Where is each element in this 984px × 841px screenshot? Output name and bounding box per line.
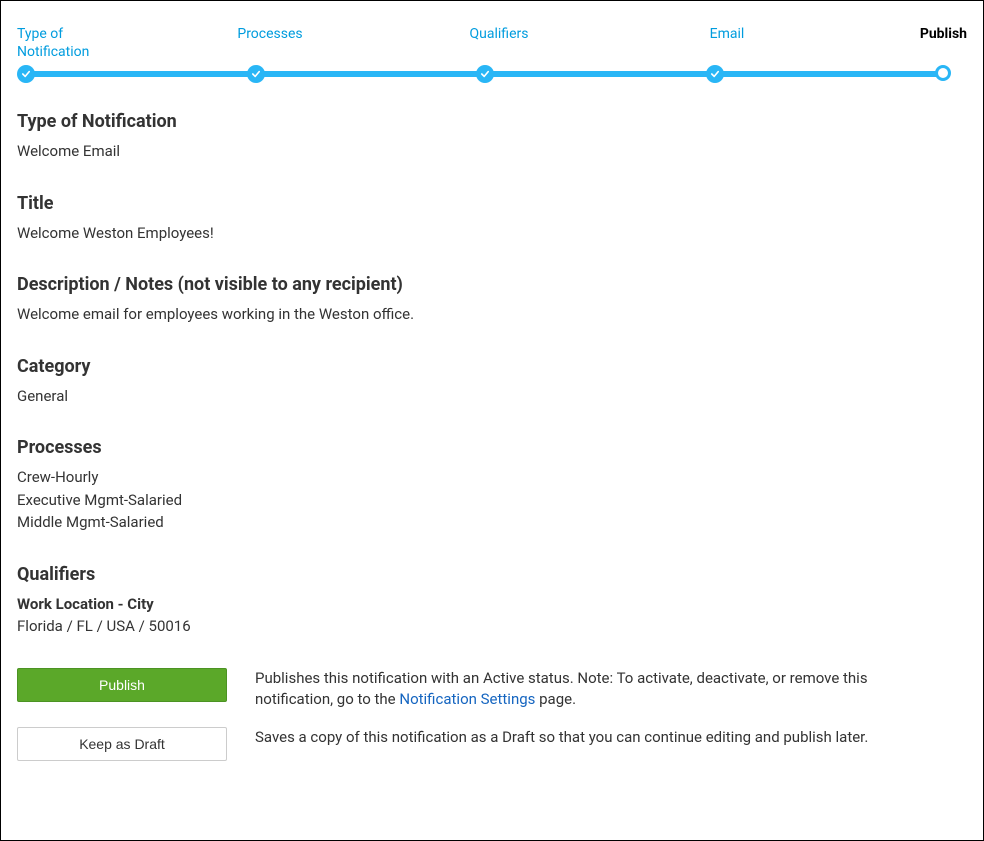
step-label-type[interactable]: Type of Notification — [17, 25, 117, 61]
section-title: Title Welcome Weston Employees! — [17, 193, 967, 245]
title-heading: Title — [17, 193, 967, 214]
notification-settings-link[interactable]: Notification Settings — [399, 690, 535, 708]
qualifiers-value: Florida / FL / USA / 50016 — [17, 615, 967, 638]
type-value: Welcome Email — [17, 140, 967, 163]
draft-row: Keep as Draft Saves a copy of this notif… — [17, 727, 967, 761]
type-heading: Type of Notification — [17, 111, 967, 132]
process-item-2: Middle Mgmt-Salaried — [17, 511, 967, 534]
process-item-0: Crew-Hourly — [17, 466, 967, 489]
step-node-publish[interactable] — [935, 65, 951, 81]
qualifiers-heading: Qualifiers — [17, 564, 967, 585]
stepper-nodes — [17, 65, 951, 83]
section-description: Description / Notes (not visible to any … — [17, 274, 967, 326]
title-value: Welcome Weston Employees! — [17, 222, 967, 245]
publish-description: Publishes this notification with an Acti… — [255, 668, 895, 712]
step-label-qualifiers[interactable]: Qualifiers — [449, 25, 549, 43]
category-heading: Category — [17, 356, 967, 377]
step-node-email[interactable] — [706, 65, 724, 83]
draft-description: Saves a copy of this notification as a D… — [255, 727, 868, 749]
step-label-processes[interactable]: Processes — [220, 25, 320, 43]
category-value: General — [17, 385, 967, 408]
check-icon — [481, 70, 489, 78]
step-label-email[interactable]: Email — [677, 25, 777, 43]
section-category: Category General — [17, 356, 967, 408]
keep-as-draft-button[interactable]: Keep as Draft — [17, 727, 227, 761]
desc-heading: Description / Notes (not visible to any … — [17, 274, 967, 295]
section-qualifiers: Qualifiers Work Location - City Florida … — [17, 564, 967, 638]
actions-area: Publish Publishes this notification with… — [17, 668, 967, 762]
process-item-1: Executive Mgmt-Salaried — [17, 489, 967, 512]
publish-button[interactable]: Publish — [17, 668, 227, 702]
publish-desc-post: page. — [535, 690, 576, 708]
check-icon — [711, 70, 719, 78]
wizard-stepper: Type of Notification Processes Qualifier… — [17, 25, 967, 65]
step-node-processes[interactable] — [247, 65, 265, 83]
check-icon — [22, 70, 30, 78]
processes-heading: Processes — [17, 437, 967, 458]
step-label-publish[interactable]: Publish — [887, 25, 967, 43]
qualifiers-subheading: Work Location - City — [17, 593, 967, 616]
stepper-labels: Type of Notification Processes Qualifier… — [17, 25, 967, 65]
page-container: Type of Notification Processes Qualifier… — [0, 0, 984, 841]
publish-row: Publish Publishes this notification with… — [17, 668, 967, 712]
step-node-qualifiers[interactable] — [476, 65, 494, 83]
desc-value: Welcome email for employees working in t… — [17, 303, 967, 326]
section-processes: Processes Crew-Hourly Executive Mgmt-Sal… — [17, 437, 967, 534]
step-node-type[interactable] — [17, 65, 35, 83]
section-type: Type of Notification Welcome Email — [17, 111, 967, 163]
check-icon — [252, 70, 260, 78]
